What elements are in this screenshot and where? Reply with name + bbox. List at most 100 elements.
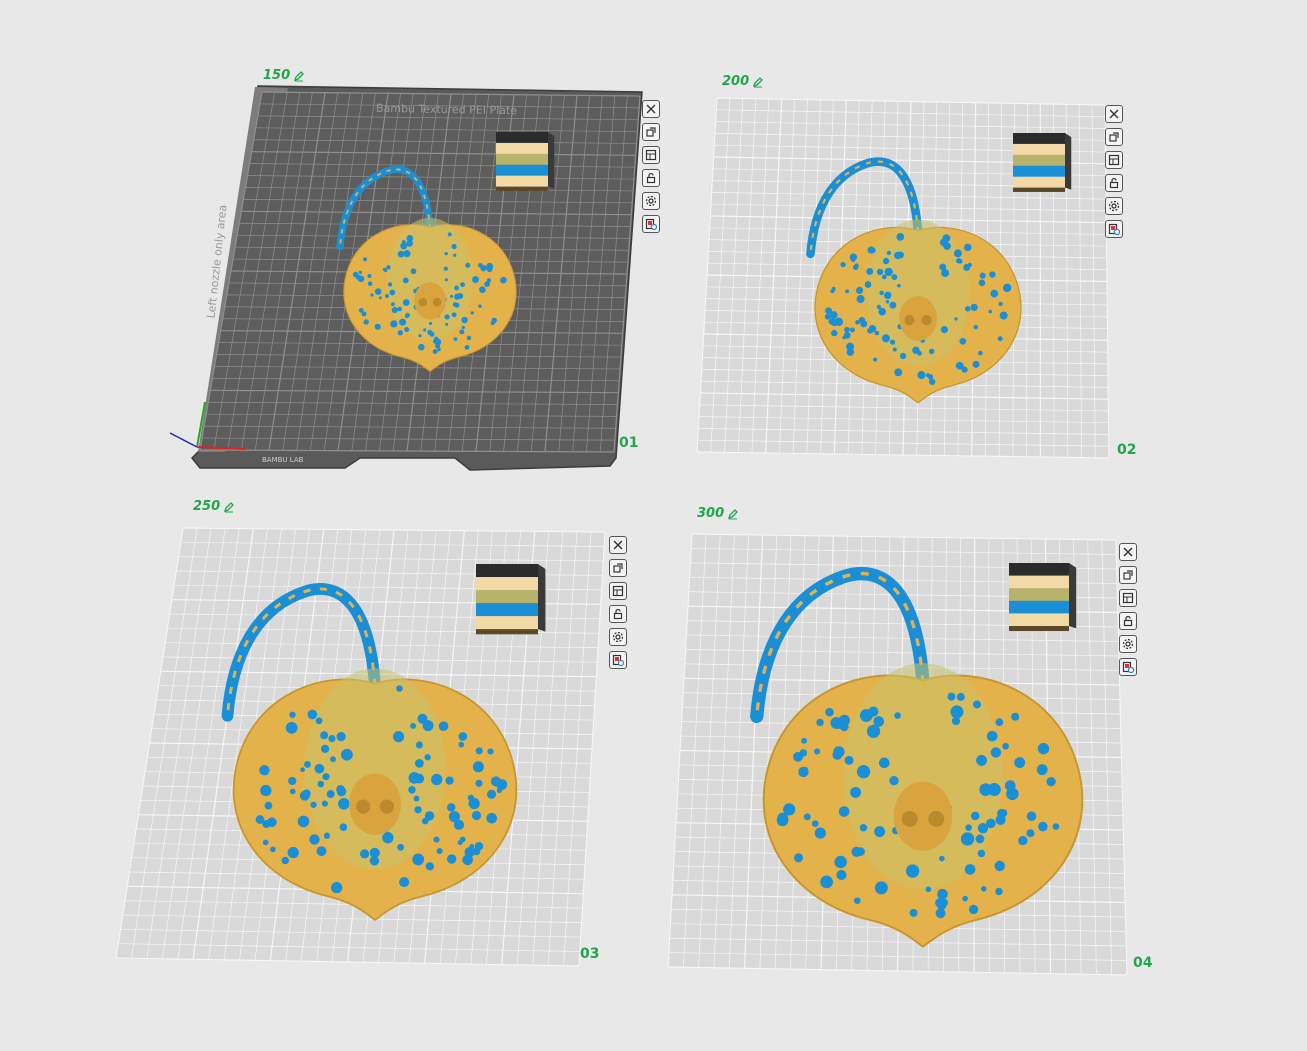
lock-button[interactable] — [642, 169, 660, 187]
stingray-spot — [424, 811, 435, 821]
stingray-spot — [323, 832, 331, 839]
slice-plate-icon — [1108, 223, 1120, 235]
stingray-spot — [404, 314, 410, 319]
stingray-spot — [889, 776, 899, 786]
stingray-spot — [886, 250, 892, 256]
stingray-spot — [899, 352, 907, 360]
stingray-spot — [412, 853, 425, 866]
stingray-spot — [976, 754, 987, 766]
stingray-spot — [461, 316, 468, 324]
slice-plate-button[interactable] — [642, 215, 660, 233]
stingray-spot — [1038, 821, 1048, 832]
stingray-spot — [309, 834, 320, 845]
close-icon — [1109, 109, 1119, 119]
stingray-spot — [860, 320, 868, 328]
stingray-spot — [836, 869, 847, 881]
stingray-spot — [475, 747, 483, 755]
stingray-body-shade — [304, 668, 446, 870]
auto-orient-icon — [1109, 132, 1119, 142]
stingray-spot — [971, 811, 980, 821]
stingray-spot — [402, 277, 409, 284]
close-button[interactable] — [642, 100, 660, 118]
cube-base — [1013, 187, 1065, 192]
settings-button[interactable] — [1105, 197, 1123, 215]
lock-button[interactable] — [1105, 174, 1123, 192]
settings-button[interactable] — [1119, 635, 1137, 653]
plate-number: 03 — [580, 946, 600, 962]
stingray-spot — [1018, 835, 1028, 846]
close-button[interactable] — [1105, 105, 1123, 123]
cube-band — [1009, 613, 1069, 627]
close-button[interactable] — [1119, 543, 1137, 561]
auto-orient-button[interactable] — [1119, 566, 1137, 584]
stingray-spot — [486, 278, 492, 283]
stingray-spot — [970, 303, 978, 312]
stingray-spot — [424, 754, 431, 761]
stingray-spot — [917, 371, 926, 380]
settings-icon — [612, 631, 624, 643]
slice-plate-icon — [645, 218, 657, 230]
stingray-spot — [954, 317, 958, 321]
stingray-eye — [418, 297, 428, 307]
stingray-spot — [881, 274, 887, 280]
stingray-spot — [850, 786, 862, 798]
auto-orient-button[interactable] — [642, 123, 660, 141]
stingray-spot — [986, 730, 998, 742]
stingray-spot — [849, 327, 855, 333]
cube-band — [496, 164, 548, 177]
stingray-spot — [856, 847, 865, 856]
stingray-spot — [814, 748, 821, 755]
stingray-spot — [403, 250, 411, 258]
arrange-button[interactable] — [1105, 151, 1123, 169]
stingray-spot — [425, 862, 434, 871]
stingray-spot — [811, 820, 819, 827]
slice-plate-button[interactable] — [1119, 658, 1137, 676]
stingray-spot — [892, 347, 897, 352]
auto-orient-button[interactable] — [609, 559, 627, 577]
arrange-button[interactable] — [1119, 589, 1137, 607]
auto-orient-button[interactable] — [1105, 128, 1123, 146]
stingray-spot — [1036, 764, 1048, 776]
stingray-spot — [369, 847, 380, 858]
settings-button[interactable] — [642, 192, 660, 210]
stingray-spot — [838, 806, 850, 817]
stingray-spot — [844, 326, 850, 333]
stingray-spot — [479, 286, 486, 293]
cube-side — [1069, 563, 1077, 629]
cube-band — [1009, 600, 1069, 614]
stingray-spot — [471, 810, 482, 821]
plate-number: 04 — [1133, 955, 1153, 971]
stingray-spot — [935, 908, 946, 919]
lock-icon — [1109, 177, 1119, 189]
stingray-spot — [856, 295, 865, 304]
lock-icon — [646, 172, 656, 184]
slice-plate-icon — [1122, 661, 1134, 673]
stingray-spot — [928, 348, 935, 355]
arrange-button[interactable] — [642, 146, 660, 164]
stingray-spot — [304, 761, 311, 768]
stingray-spot — [1037, 742, 1050, 755]
stingray-spot — [401, 240, 406, 245]
stingray-spot — [867, 246, 875, 254]
stingray-spot — [937, 888, 948, 900]
settings-button[interactable] — [609, 628, 627, 646]
stingray-spot — [406, 234, 414, 242]
arrange-button[interactable] — [609, 582, 627, 600]
stingray-spot — [995, 887, 1003, 896]
lock-button[interactable] — [609, 605, 627, 623]
lock-button[interactable] — [1119, 612, 1137, 630]
stingray-spot — [777, 812, 789, 824]
slice-plate-button[interactable] — [609, 651, 627, 669]
stingray-spot — [868, 706, 879, 717]
stingray-spot — [417, 713, 428, 724]
stingray-spot — [1006, 787, 1019, 801]
stingray-spot — [480, 265, 487, 272]
stingray-spot — [490, 320, 495, 326]
stingray-spot — [846, 342, 855, 351]
cube-side — [548, 132, 555, 189]
slice-plate-button[interactable] — [1105, 220, 1123, 238]
stingray-spot — [889, 304, 894, 308]
close-icon — [646, 104, 656, 114]
close-button[interactable] — [609, 536, 627, 554]
slice-plate-icon — [612, 654, 624, 666]
